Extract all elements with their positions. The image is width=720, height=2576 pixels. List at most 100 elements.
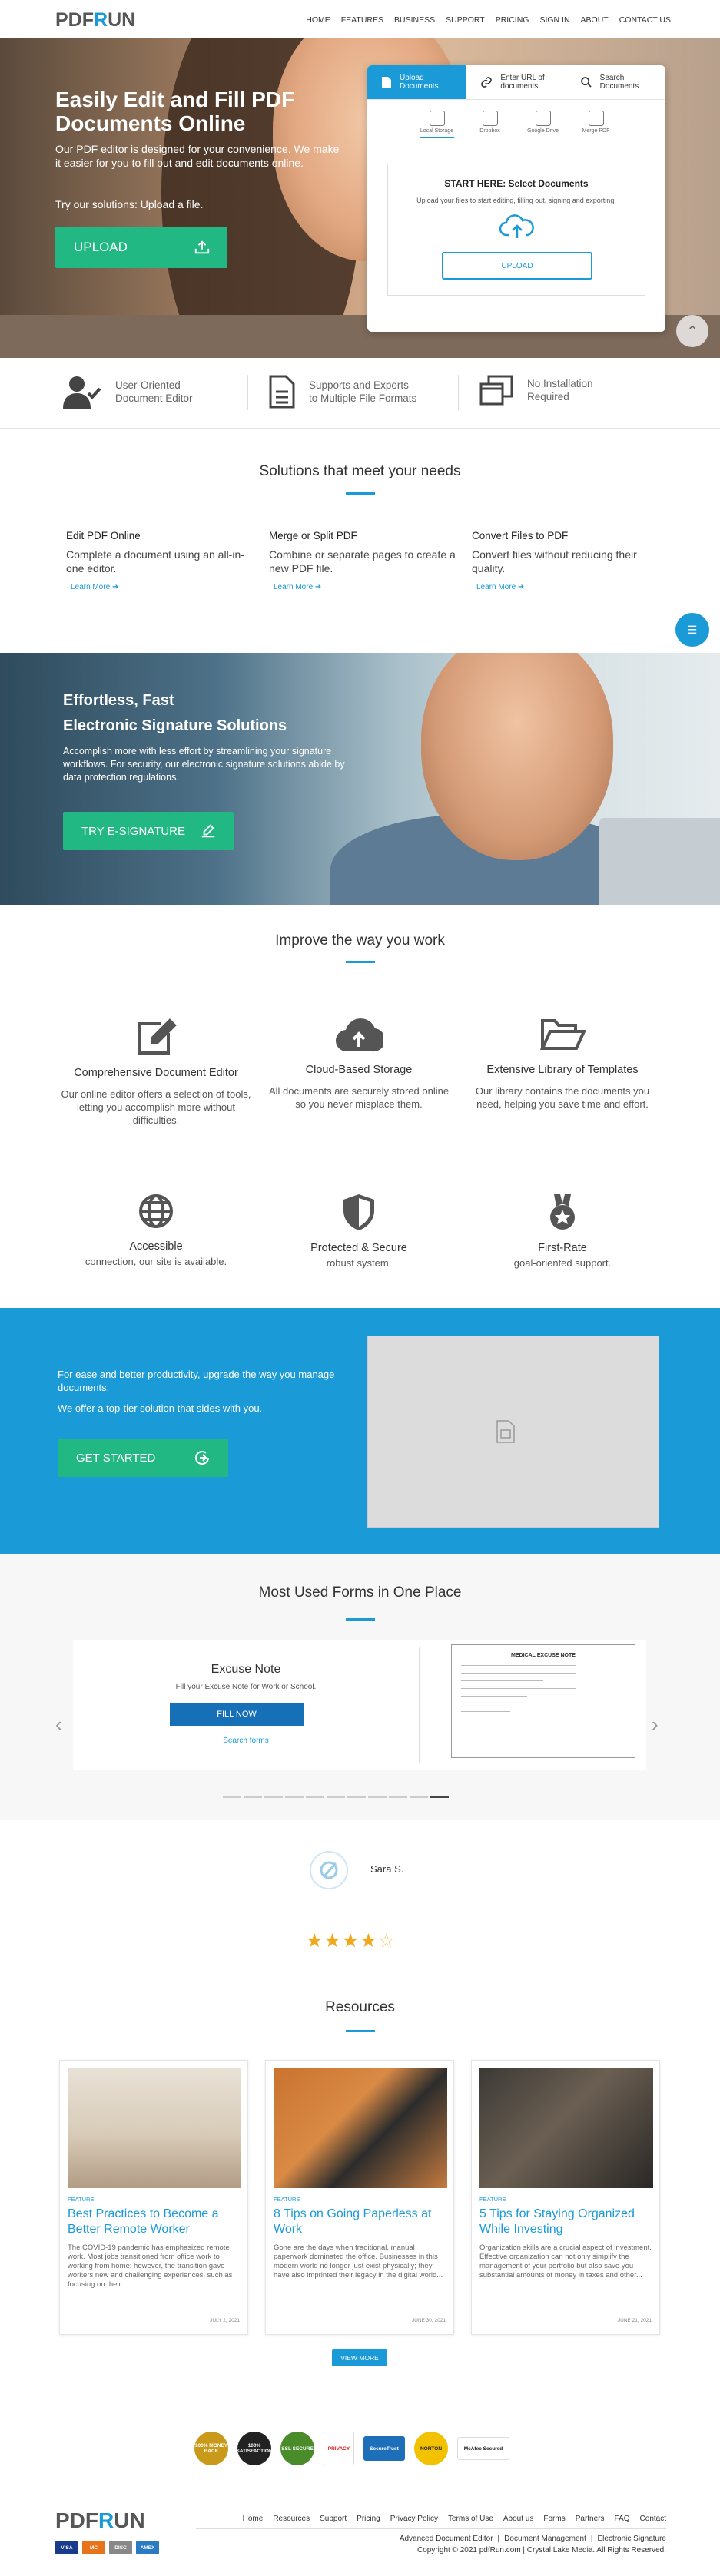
esign-section: Effortless, Fast Electronic Signature Sol… (0, 653, 720, 905)
signature-icon (201, 824, 215, 838)
carousel-dot[interactable] (410, 1796, 428, 1798)
drop-zone-upload-button[interactable]: UPLOAD (442, 252, 592, 280)
improve-secure: Protected & Secure robust system. (263, 1193, 455, 1270)
upload-tabs: Upload Documents Enter URL of documents … (367, 65, 665, 100)
carousel-dot[interactable] (306, 1796, 324, 1798)
footer-link-pricing[interactable]: Pricing (357, 2515, 380, 2523)
footer-link-esignature[interactable]: Electronic Signature (598, 2535, 667, 2543)
chat-button[interactable]: ☰ (675, 613, 709, 647)
solution-merge-split: Merge or Split PDF Combine or separate p… (269, 530, 461, 591)
testimonial: Sara S. ★★★★☆ (0, 1836, 720, 1952)
fill-now-button[interactable]: FILL NOW (170, 1703, 304, 1726)
scroll-up-button[interactable]: ⌃ (676, 315, 708, 347)
drop-zone[interactable]: START HERE: Select Documents Upload your… (387, 164, 645, 296)
privacy-badge: PRIVACY (324, 2432, 354, 2465)
improve-accessible: Accessible connection, our site is avail… (60, 1193, 252, 1268)
pdfrun-mark-icon (320, 1861, 338, 1879)
source-google-drive[interactable]: Google Drive (526, 111, 560, 138)
carousel-dot[interactable] (223, 1796, 241, 1798)
nav-support[interactable]: SUPPORT (446, 15, 485, 25)
blog-image (274, 2068, 447, 2188)
shield-icon (343, 1194, 374, 1230)
esign-photo-person (421, 653, 613, 860)
title-underline (346, 492, 375, 495)
tab-search-documents[interactable]: Search Documents (566, 65, 665, 99)
source-dropbox[interactable]: Dropbox (473, 111, 507, 138)
search-forms-link[interactable]: Search forms (73, 1737, 419, 1745)
footer-link-document-management[interactable]: Document Management (504, 2535, 586, 2543)
footer-link-forms[interactable]: Forms (543, 2515, 565, 2523)
source-local-storage[interactable]: Local Storage (420, 111, 454, 138)
feature-no-installation: No Installation Required (458, 375, 593, 410)
carousel-dot[interactable] (264, 1796, 283, 1798)
blog-card[interactable]: FEATURE 8 Tips on Going Paperless at Wor… (265, 2060, 454, 2335)
view-more-button[interactable]: VIEW MORE (332, 2349, 387, 2366)
carousel-dot[interactable] (347, 1796, 366, 1798)
nav-sign-in[interactable]: SIGN IN (539, 15, 569, 25)
footer-link-privacy[interactable]: Privacy Policy (390, 2515, 438, 2523)
hero-upload-button[interactable]: UPLOAD (55, 227, 227, 268)
discover-icon: DISC (109, 2541, 132, 2554)
securetrust-badge: SecureTrust (363, 2436, 405, 2461)
tab-upload-documents[interactable]: Upload Documents (367, 65, 467, 99)
nav-business[interactable]: BUSINESS (394, 15, 435, 25)
video-placeholder[interactable] (367, 1336, 659, 1528)
footer-link-about[interactable]: About us (503, 2515, 533, 2523)
footer-links: Home Resources Support Pricing Privacy P… (243, 2515, 666, 2523)
divider (419, 1647, 420, 1763)
folder-open-icon (539, 1019, 587, 1050)
nav-features[interactable]: FEATURES (341, 15, 383, 25)
merge-icon (588, 111, 604, 126)
carousel-dot[interactable] (389, 1796, 407, 1798)
site-header: PDFRUN HOME FEATURES BUSINESS SUPPORT PR… (0, 0, 720, 38)
chevron-up-icon: ⌃ (686, 323, 698, 339)
feature-file-formats: Supports and Exports to Multiple File For… (247, 375, 416, 410)
search-icon (580, 77, 592, 88)
carousel-dot[interactable] (285, 1796, 304, 1798)
forms-title: Most Used Forms in One Place (258, 1584, 462, 1601)
cloud-upload-icon (499, 214, 534, 238)
form-slide: Excuse Note Fill your Excuse Note for Wo… (73, 1640, 646, 1770)
site-logo[interactable]: PDFRUN (55, 9, 135, 31)
nav-home[interactable]: HOME (306, 15, 330, 25)
nav-contact[interactable]: CONTACT US (619, 15, 671, 25)
form-description: Fill your Excuse Note for Work or School… (175, 1683, 317, 1691)
carousel-next-arrow[interactable]: › (652, 1713, 659, 1737)
carousel-dot[interactable] (327, 1796, 345, 1798)
title-underline (346, 1618, 375, 1621)
learn-more-link[interactable]: Learn More ➜ (66, 583, 258, 591)
learn-more-link[interactable]: Learn More ➜ (472, 583, 664, 591)
footer-link-terms[interactable]: Terms of Use (448, 2515, 493, 2523)
nav-pricing[interactable]: PRICING (496, 15, 529, 25)
chat-icon: ☰ (687, 623, 698, 636)
drop-zone-title: START HERE: Select Documents (444, 178, 589, 189)
learn-more-link[interactable]: Learn More ➜ (269, 583, 461, 591)
satisfaction-badge: 100% SATISFACTION (236, 2432, 273, 2465)
carousel-dot[interactable] (244, 1796, 262, 1798)
footer-link-faq[interactable]: FAQ (615, 2515, 630, 2523)
footer-link-home[interactable]: Home (243, 2515, 264, 2523)
blog-card[interactable]: FEATURE Best Practices to Become a Bette… (59, 2060, 248, 2335)
computer-icon (429, 111, 445, 126)
nav-about[interactable]: ABOUT (581, 15, 609, 25)
footer-link-support[interactable]: Support (320, 2515, 347, 2523)
try-esignature-button[interactable]: TRY E-SIGNATURE (63, 812, 234, 850)
document-lines-icon (269, 375, 295, 409)
globe-icon (139, 1194, 173, 1228)
form-preview[interactable]: MEDICAL EXCUSE NOTE (451, 1644, 635, 1758)
footer-link-partners[interactable]: Partners (576, 2515, 605, 2523)
norton-badge: NORTON (414, 2432, 448, 2465)
carousel-dot-active[interactable] (430, 1796, 449, 1798)
tab-enter-url[interactable]: Enter URL of documents (466, 65, 566, 99)
footer-logo[interactable]: PDFRUN (55, 2508, 145, 2533)
footer-link-editor[interactable]: Advanced Document Editor (400, 2535, 493, 2543)
document-icon (382, 77, 391, 88)
carousel-prev-arrow[interactable]: ‹ (55, 1713, 62, 1737)
footer-link-contact[interactable]: Contact (640, 2515, 666, 2523)
footer-link-resources[interactable]: Resources (273, 2515, 310, 2523)
carousel-dot[interactable] (368, 1796, 387, 1798)
trust-badges: 100% MONEY BACK 100% SATISFACTION SSL SE… (194, 2432, 509, 2465)
source-merge-pdf[interactable]: Merge PDF (579, 111, 613, 138)
get-started-button[interactable]: GET STARTED (58, 1439, 228, 1477)
blog-card[interactable]: FEATURE 5 Tips for Staying Organized Whi… (471, 2060, 660, 2335)
